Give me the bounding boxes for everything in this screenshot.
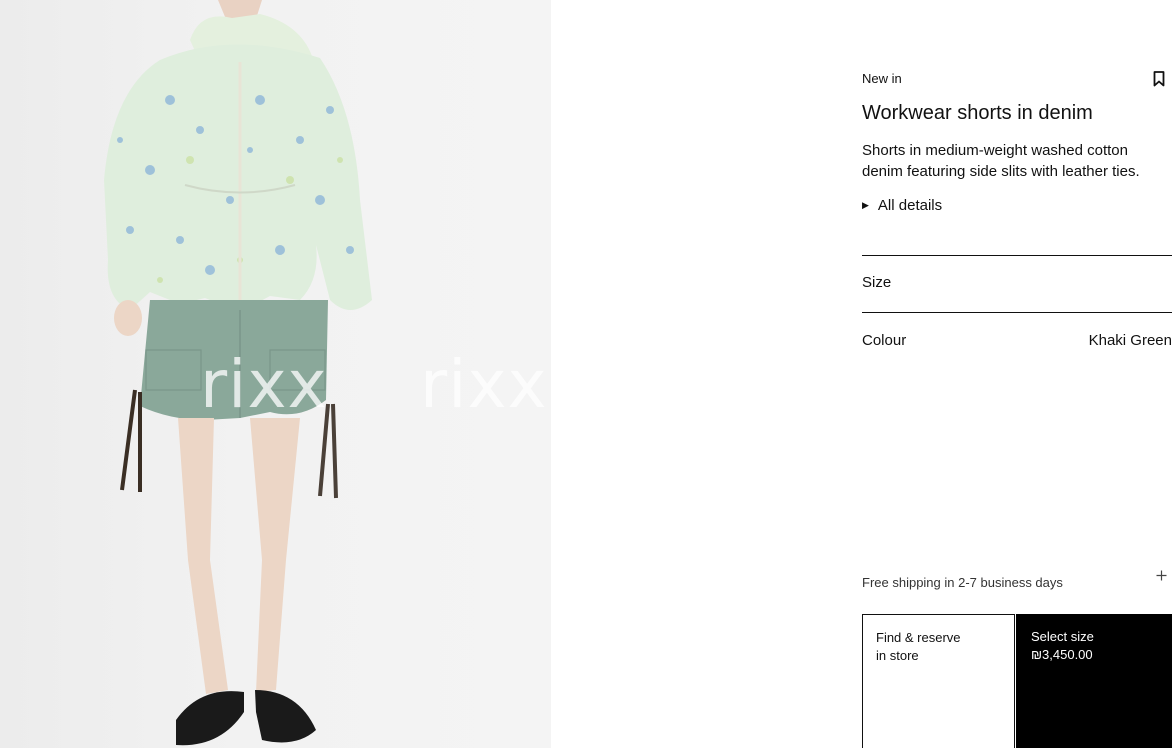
product-title: Workwear shorts in denim [862,102,1093,124]
all-details-toggle[interactable]: ▶ All details [862,197,942,214]
watermark-text: rixx [200,346,328,423]
find-reserve-in-store-button[interactable]: Find & reserve in store [862,614,1015,748]
product-image[interactable]: rixx rixx [0,0,551,748]
triangle-right-icon: ▶ [862,200,869,210]
shipping-info: Free shipping in 2-7 business days [862,575,1063,590]
bookmark-icon[interactable] [1153,71,1167,87]
divider [862,312,1172,313]
watermark-text: rixx [420,346,548,423]
divider [862,255,1172,256]
select-size-label: Select size [1031,629,1094,644]
new-in-badge: New in [862,71,902,86]
select-size-button[interactable]: Select size ₪3,450.00 [1016,614,1172,748]
plus-icon[interactable] [1156,568,1167,586]
store-button-line2: in store [876,648,919,663]
colour-label: Colour [862,332,907,349]
product-info-panel: New in Workwear shorts in denim Shorts i… [862,0,1175,748]
product-description: Shorts in medium-weight washed cotton de… [862,142,1140,180]
all-details-label: All details [877,197,943,214]
product-price: ₪3,450.00 [1031,647,1093,662]
size-selector[interactable]: Size [862,274,891,291]
store-button-line1: Find & reserve [876,630,961,645]
colour-value: Khaki Green [1088,332,1172,349]
